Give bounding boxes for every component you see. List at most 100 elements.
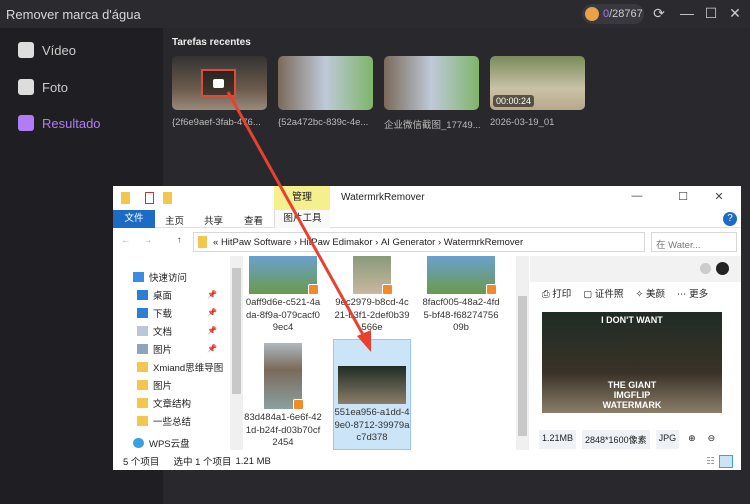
play-icon bbox=[382, 284, 393, 295]
nav-scrollbar[interactable] bbox=[230, 256, 243, 450]
maximize-button[interactable]: ☐ bbox=[674, 190, 692, 203]
back-button[interactable]: ← bbox=[121, 235, 131, 246]
beauty-label: 美颜 bbox=[646, 289, 666, 300]
nav-label: 文档 bbox=[153, 327, 173, 338]
file-name: 9ec2979-b8cd-4c21-b3f1-2def0b39566e bbox=[334, 297, 410, 333]
minimize-button[interactable]: — bbox=[628, 190, 646, 202]
more-button[interactable]: ⋯ 更多 bbox=[677, 286, 708, 300]
video-thumbnail bbox=[249, 256, 319, 295]
nav-label: Xmiand思维导图 bbox=[153, 363, 224, 374]
nav-folder[interactable]: 文章结构 bbox=[137, 396, 191, 410]
context-tab-manage[interactable]: 管理 bbox=[274, 186, 330, 210]
tab-home[interactable]: 主页 bbox=[165, 213, 184, 227]
file-item[interactable]: 9ec2979-b8cd-4c21-b3f1-2def0b39566e bbox=[333, 256, 411, 335]
tab-file[interactable]: 文件 bbox=[113, 210, 155, 228]
image-caption-top: I DON'T WANT bbox=[601, 315, 663, 325]
cloud-icon bbox=[133, 438, 144, 448]
nav-quick-access[interactable]: 快速访问 bbox=[133, 270, 187, 284]
picture-icon bbox=[137, 344, 148, 354]
preview-pane: ⎙ 打印 ▢ 证件照 ✧ 美颜 ⋯ 更多 I DON'T WANT THE GI… bbox=[530, 256, 741, 450]
zoom-out-icon[interactable]: ⊖ bbox=[705, 430, 719, 449]
app-title: Remover marca d'água bbox=[6, 6, 141, 22]
nav-folder[interactable]: Xmiand思维导图 bbox=[137, 360, 223, 374]
file-item[interactable]: 83d484a1-6e6f-421d-b24f-d03b70cf2454 bbox=[244, 343, 322, 450]
nav-folder[interactable]: 一些总结 bbox=[137, 414, 191, 428]
nav-label: 图片 bbox=[153, 345, 173, 356]
task-thumbnail[interactable] bbox=[384, 56, 479, 110]
task-label: {52a472bc-839c-4e... bbox=[278, 117, 369, 128]
tab-view[interactable]: 查看 bbox=[244, 213, 263, 227]
large-icons-view-icon[interactable] bbox=[719, 454, 733, 468]
folder-icon bbox=[137, 398, 148, 408]
details-view-icon[interactable]: ☷ bbox=[706, 456, 715, 467]
pin-icon: 📌 bbox=[207, 308, 217, 317]
breadcrumb-separator: › bbox=[437, 236, 442, 248]
nav-documents[interactable]: 文档 bbox=[137, 324, 172, 338]
task-thumbnail[interactable] bbox=[172, 56, 267, 110]
duration-label: 00:00:24 bbox=[493, 95, 535, 107]
document-icon bbox=[137, 326, 148, 336]
video-thumbnail bbox=[353, 256, 393, 295]
nav-folder[interactable]: 图片 bbox=[137, 378, 172, 392]
file-item-selected[interactable]: 551ea956-a1dd-49e0-8712-39979ac7d378 bbox=[333, 366, 411, 445]
task-thumbnail[interactable] bbox=[278, 56, 373, 110]
new-folder-icon[interactable] bbox=[163, 192, 172, 204]
breadcrumb-item[interactable]: WatermrkRemover bbox=[444, 237, 523, 248]
breadcrumb-separator: › bbox=[293, 236, 297, 248]
pin-icon: 📌 bbox=[207, 344, 217, 353]
nav-label: 快速访问 bbox=[149, 273, 188, 284]
task-thumbnail[interactable]: 00:00:24 bbox=[490, 56, 585, 110]
pin-icon: 📌 bbox=[207, 290, 217, 299]
file-size: 1.21MB bbox=[539, 430, 577, 449]
open-folder-button[interactable] bbox=[201, 69, 236, 97]
scrollbar-thumb[interactable] bbox=[518, 296, 527, 436]
file-name: 8facf005-48a2-4fd5-bf48-f6827475609b bbox=[422, 297, 500, 333]
file-name: 0aff9d6e-c521-4ada-8f9a-079cacf09ec4 bbox=[245, 297, 321, 333]
tab-share[interactable]: 共享 bbox=[204, 213, 223, 227]
id-photo-button[interactable]: ▢ 证件照 bbox=[583, 286, 623, 300]
refresh-icon[interactable]: ⟳ bbox=[650, 5, 668, 22]
properties-icon[interactable] bbox=[145, 192, 154, 204]
navigation-pane: 快速访问 桌面 📌 下载 📌 文档 📌 图片 📌 Xmiand思维导图 图片 文… bbox=[113, 256, 230, 450]
file-item[interactable]: 0aff9d6e-c521-4ada-8f9a-079cacf09ec4 bbox=[244, 256, 322, 335]
minimize-button[interactable]: — bbox=[678, 5, 696, 21]
nav-downloads[interactable]: 下载 bbox=[137, 306, 172, 320]
files-scrollbar[interactable] bbox=[516, 256, 529, 450]
breadcrumb-overflow[interactable]: « bbox=[213, 237, 218, 248]
close-button[interactable]: ✕ bbox=[726, 5, 744, 22]
file-item[interactable]: 8facf005-48a2-4fd5-bf48-f6827475609b bbox=[422, 256, 500, 335]
credits-badge[interactable]: 0/28767 bbox=[582, 4, 644, 24]
nav-label: 文章结构 bbox=[153, 399, 192, 410]
window-title: WatermrkRemover bbox=[341, 192, 425, 203]
zoom-in-icon[interactable]: ⊕ bbox=[685, 430, 699, 449]
video-thumbnail bbox=[427, 256, 497, 295]
breadcrumb-item[interactable]: HitPaw Edimakor bbox=[300, 237, 373, 248]
folder-icon bbox=[121, 192, 130, 204]
scrollbar-thumb[interactable] bbox=[232, 268, 241, 394]
address-bar[interactable]: « HitPaw Software › HitPaw Edimakor › AI… bbox=[193, 232, 645, 252]
print-label: 打印 bbox=[552, 289, 572, 300]
up-button[interactable]: ↑ bbox=[177, 235, 182, 246]
maximize-button[interactable]: ☐ bbox=[702, 5, 720, 22]
title-bar: Remover marca d'água 0/28767 ⟳ — ☐ ✕ bbox=[0, 0, 750, 28]
sidebar-item-video[interactable]: Vídeo bbox=[18, 42, 76, 58]
avatar[interactable] bbox=[716, 262, 729, 275]
beauty-button[interactable]: ✧ 美颜 bbox=[635, 286, 665, 300]
close-button[interactable]: ✕ bbox=[710, 190, 728, 203]
breadcrumb-item[interactable]: AI Generator bbox=[381, 237, 435, 248]
play-icon bbox=[293, 399, 304, 410]
print-button[interactable]: ⎙ 打印 bbox=[542, 286, 571, 300]
nav-pictures[interactable]: 图片 bbox=[137, 342, 172, 356]
nav-wps-cloud[interactable]: WPS云盘 bbox=[133, 436, 190, 450]
tab-picture-tools[interactable]: 图片工具 bbox=[274, 210, 330, 228]
credits-total: /28767 bbox=[609, 8, 643, 20]
nav-desktop[interactable]: 桌面 bbox=[137, 288, 172, 302]
sidebar-item-photo[interactable]: Foto bbox=[18, 79, 68, 95]
help-icon[interactable]: ? bbox=[723, 212, 737, 226]
forward-button[interactable]: → bbox=[143, 235, 153, 246]
section-title: Tarefas recentes bbox=[172, 37, 251, 48]
file-explorer-window: 管理 WatermrkRemover — ☐ ✕ 文件 主页 共享 查看 图片工… bbox=[113, 186, 741, 470]
sidebar-item-result[interactable]: Resultado bbox=[18, 115, 101, 131]
search-input[interactable]: 在 Water... bbox=[651, 232, 737, 252]
breadcrumb-item[interactable]: HitPaw Software bbox=[221, 237, 291, 248]
